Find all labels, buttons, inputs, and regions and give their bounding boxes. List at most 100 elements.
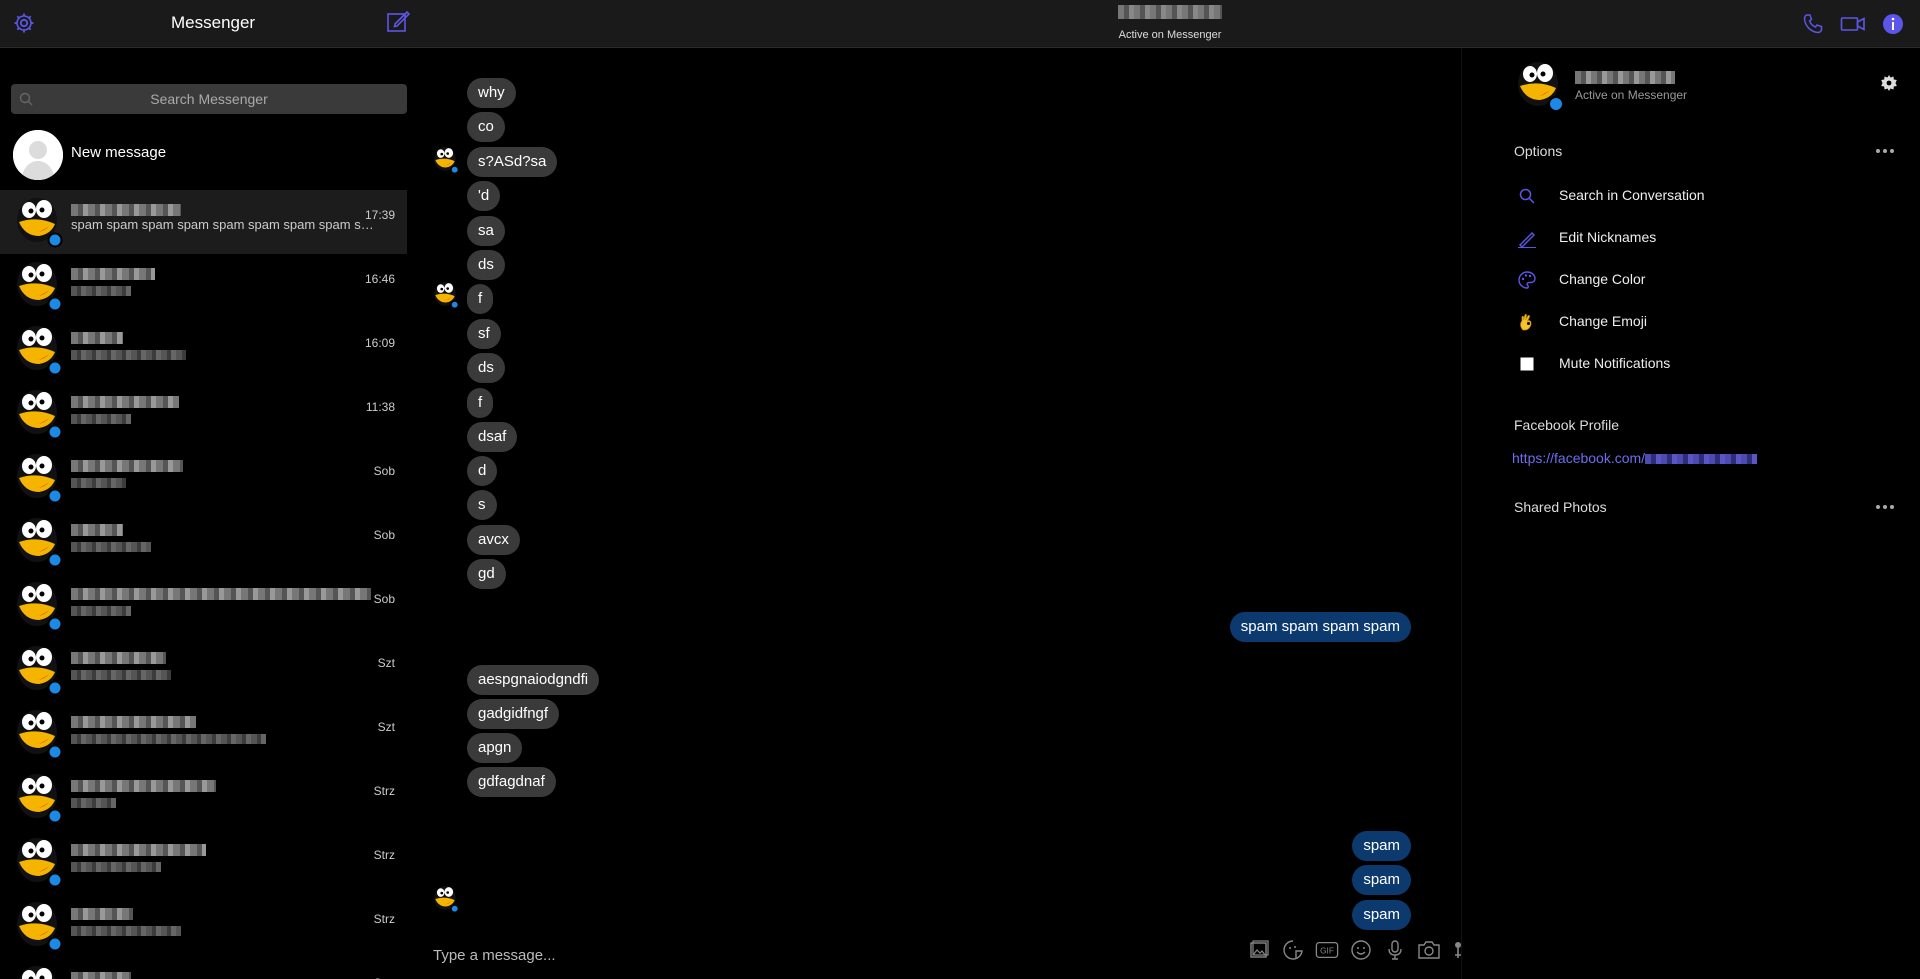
conversation-item[interactable]: Strz xyxy=(0,958,407,979)
conversation-name-redacted xyxy=(71,588,371,600)
sent-message-bubble[interactable]: spam xyxy=(1352,865,1411,895)
facebook-profile-link[interactable]: https://facebook.com/ xyxy=(1512,450,1758,466)
conversation-preview-redacted xyxy=(71,478,126,488)
conversation-preview-redacted xyxy=(71,670,171,680)
conversation-preview-redacted xyxy=(71,350,186,360)
message-composer: GIF xyxy=(407,928,1471,979)
conversation-preview-redacted xyxy=(71,798,116,808)
sender-avatar[interactable] xyxy=(431,146,459,174)
sent-message-bubble[interactable]: spam xyxy=(1352,900,1411,930)
conversation-item[interactable]: 16:09 xyxy=(0,318,407,382)
conversation-avatar xyxy=(11,644,63,696)
sticker-icon[interactable] xyxy=(1281,938,1305,962)
conversation-name-redacted xyxy=(71,332,123,344)
contact-status: Active on Messenger xyxy=(1118,29,1222,41)
received-message-bubble[interactable]: co xyxy=(467,112,505,142)
conversation-preview-redacted xyxy=(71,542,151,552)
gif-icon[interactable]: GIF xyxy=(1315,938,1339,962)
video-camera-icon[interactable] xyxy=(1840,11,1866,37)
conversation-sidebar: Search Messenger New message spam spam s… xyxy=(0,48,407,979)
received-message-bubble[interactable]: gdfagdnaf xyxy=(467,767,556,797)
options-heading: Options xyxy=(1514,143,1563,159)
conversation-name-redacted xyxy=(71,908,133,920)
option-label: Change Color xyxy=(1559,271,1646,287)
conversation-item[interactable]: Strz xyxy=(0,894,407,958)
conversation-time: Strz xyxy=(373,848,395,862)
microphone-icon[interactable] xyxy=(1383,938,1407,962)
received-message-bubble[interactable]: sa xyxy=(467,216,505,246)
option-edit-nicknames[interactable]: Edit Nicknames xyxy=(1517,226,1897,250)
received-message-bubble[interactable]: gd xyxy=(467,559,506,589)
sender-avatar[interactable] xyxy=(431,885,459,913)
conversation-name-redacted xyxy=(71,204,181,216)
contact-header[interactable]: Active on Messenger xyxy=(1090,5,1250,41)
conversation-time: Strz xyxy=(373,912,395,926)
sender-avatar[interactable] xyxy=(431,281,459,309)
conversation-item[interactable]: Szt xyxy=(0,638,407,702)
conversation-time: 11:38 xyxy=(365,400,395,414)
contact-avatar[interactable] xyxy=(1512,60,1564,112)
option-search-in-conversation[interactable]: Search in Conversation xyxy=(1517,184,1897,208)
option-mute-notifications[interactable]: Mute Notifications xyxy=(1517,352,1897,376)
conversation-avatar xyxy=(11,452,63,504)
contact-name-redacted xyxy=(1575,71,1675,84)
conversation-item[interactable]: 16:46 xyxy=(0,254,407,318)
received-message-bubble[interactable]: avcx xyxy=(467,525,520,555)
received-message-bubble[interactable]: s xyxy=(467,490,497,520)
phone-icon[interactable] xyxy=(1800,11,1826,37)
conversation-item[interactable]: Sob xyxy=(0,446,407,510)
received-message-bubble[interactable]: d xyxy=(467,456,498,486)
conversation-item[interactable]: Sob xyxy=(0,510,407,574)
option-change-emoji[interactable]: Change Emoji xyxy=(1517,310,1897,334)
option-change-color[interactable]: Change Color xyxy=(1517,268,1897,292)
conversation-settings-gear-icon[interactable] xyxy=(1880,74,1900,94)
received-message-bubble[interactable]: sf xyxy=(467,319,501,349)
received-message-bubble[interactable]: s?ASd?sa xyxy=(467,147,558,177)
conversation-item[interactable]: Szt xyxy=(0,702,407,766)
received-message-bubble[interactable]: f xyxy=(467,388,494,418)
received-message-bubble[interactable]: apgn xyxy=(467,733,523,763)
conversation-item[interactable]: Strz xyxy=(0,830,407,894)
conversation-avatar xyxy=(11,964,63,979)
conversation-preview-redacted xyxy=(71,734,266,744)
ok-hand-emoji-icon xyxy=(1517,312,1537,332)
conversation-preview-redacted xyxy=(71,926,181,936)
received-message-bubble[interactable]: gadgidfngf xyxy=(467,699,560,729)
chat-area: why co s?ASd?sa'd sa ds f sf ds f dsaf d s avcx gd spa… xyxy=(407,48,1493,979)
received-message-bubble[interactable]: 'd xyxy=(467,181,501,211)
search-messenger[interactable]: Search Messenger xyxy=(11,84,407,114)
sent-message-bubble[interactable]: spam xyxy=(1352,831,1411,861)
conversation-name-redacted xyxy=(71,972,131,979)
received-message-bubble[interactable]: why xyxy=(467,78,516,108)
shared-photos-more-icon[interactable] xyxy=(1876,503,1898,511)
received-message-bubble[interactable]: ds xyxy=(467,250,505,280)
search-placeholder: Search Messenger xyxy=(150,91,268,107)
conversation-time: 17:39 xyxy=(364,208,395,222)
options-more-icon[interactable] xyxy=(1876,147,1898,155)
new-message-button[interactable]: New message xyxy=(13,130,403,182)
message-input[interactable] xyxy=(431,946,1135,965)
conversation-name-redacted xyxy=(71,460,183,472)
conversation-name-redacted xyxy=(71,780,216,792)
conversation-item[interactable]: Strz xyxy=(0,766,407,830)
contact-status: Active on Messenger xyxy=(1575,88,1688,102)
conversation-item[interactable]: 11:38 xyxy=(0,382,407,446)
info-icon[interactable] xyxy=(1880,11,1906,37)
camera-icon[interactable] xyxy=(1417,938,1441,962)
sent-message-bubble[interactable]: spam spam spam spam xyxy=(1229,612,1411,642)
received-message-bubble[interactable]: dsaf xyxy=(467,422,518,452)
conversation-avatar xyxy=(11,900,63,952)
received-message-bubble[interactable]: f xyxy=(467,284,494,314)
settings-gear-icon[interactable] xyxy=(12,11,36,35)
top-bar: Messenger Active on Messenger xyxy=(0,0,1920,48)
compose-icon[interactable] xyxy=(385,9,411,35)
received-message-bubble[interactable]: aespgnaiodgndfi xyxy=(467,665,600,695)
received-message-bubble[interactable]: ds xyxy=(467,353,505,383)
image-icon[interactable] xyxy=(1247,938,1271,962)
emoji-icon[interactable] xyxy=(1349,938,1373,962)
conversation-details-panel: Active on Messenger Options Search in Co… xyxy=(1461,48,1920,979)
conversation-item[interactable]: spam spam spam spam spam spam spam spam … xyxy=(0,190,407,254)
conversation-item[interactable]: Sob xyxy=(0,574,407,638)
shared-photos-heading: Shared Photos xyxy=(1514,499,1607,515)
conversation-time: Szt xyxy=(377,656,395,670)
